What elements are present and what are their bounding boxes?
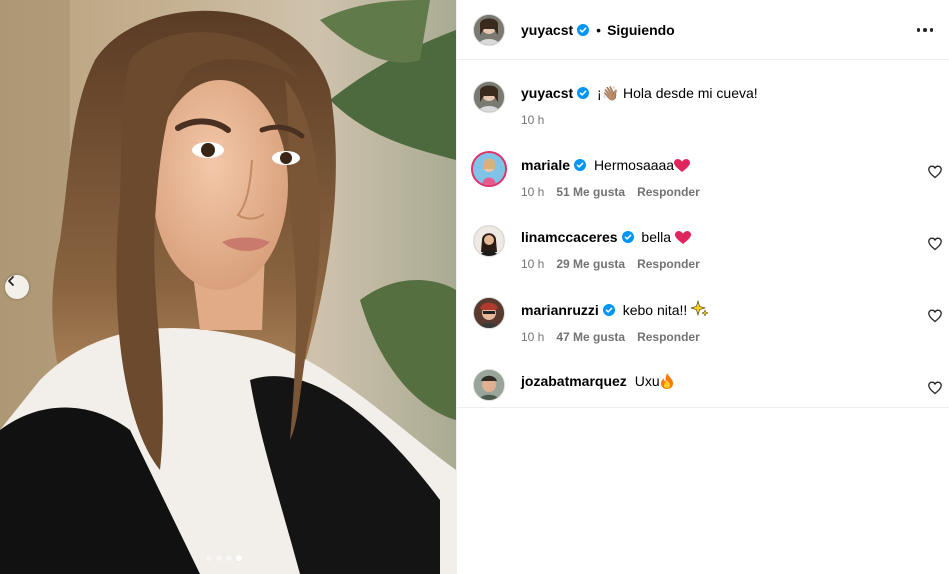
commenter-avatar[interactable] [473,297,505,329]
verified-badge-icon [574,159,587,171]
comment-text: Uxu [634,373,660,389]
avatar-image [474,226,504,256]
reply-button[interactable]: Responder [637,185,700,199]
fire-icon [660,373,673,389]
commenter-avatar[interactable] [471,151,507,187]
post-header: yuyacst • Siguiendo [457,0,949,60]
commenter-username[interactable]: linamccaceres [521,229,618,245]
following-button[interactable]: Siguiendo [607,22,675,38]
red-heart-icon [674,159,691,172]
carousel-prev-button[interactable] [5,275,29,299]
comment-likes[interactable]: 29 Me gusta [556,257,625,271]
post-image [0,0,456,574]
verified-badge-icon [577,87,590,99]
caption-text: ¡👋🏽 Hola desde mi cueva! [597,85,758,101]
caption-time[interactable]: 10 h [521,113,544,127]
avatar-image [474,82,504,112]
comment-item: linamccaceres bella 10 h 29 Me gusta Res… [457,225,949,271]
verified-badge-icon [577,23,590,36]
verified-badge-icon [621,231,634,243]
avatar-image [474,298,504,328]
caption: yuyacst ¡👋🏽 Hola desde mi cueva! 10 h [457,81,758,127]
sparkles-icon [691,300,709,317]
verified-badge-icon [602,304,615,316]
carousel-dot [226,555,232,561]
commenter-username[interactable]: jozabatmarquez [521,373,627,389]
heart-outline-icon[interactable] [928,237,942,251]
comment-time[interactable]: 10 h [521,185,544,199]
commenter-avatar[interactable] [473,225,505,257]
comment-item: marianruzzi kebo nita!! 10 h 47 Me gusta… [457,297,949,344]
carousel-indicator [206,555,242,561]
red-heart-icon [674,231,691,244]
comment-text: bella [641,229,672,245]
avatar-image [473,153,505,185]
reply-button[interactable]: Responder [637,330,700,344]
comment-likes[interactable]: 51 Me gusta [556,185,625,199]
author-username[interactable]: yuyacst [521,22,573,38]
comment-time[interactable]: 10 h [521,330,544,344]
commenter-avatar[interactable] [473,369,505,401]
heart-outline-icon[interactable] [928,165,942,179]
comments-bottom-divider [457,407,949,408]
carousel-dot [216,555,222,561]
reply-button[interactable]: Responder [637,257,700,271]
post-photo[interactable] [0,0,456,574]
comment-item: mariale Hermosaaaa 10 h 51 Me gusta Resp… [457,151,949,199]
comment-text: kebo nita!! [622,302,688,318]
carousel-dot-active [236,555,242,561]
carousel-dot [206,555,212,561]
comment-likes[interactable]: 47 Me gusta [556,330,625,344]
comment-item: jozabatmarquez Uxu [457,369,949,401]
avatar-image [474,370,504,400]
more-options-button[interactable] [913,20,937,40]
header-separator: • [596,21,602,38]
more-horizontal-icon [916,28,921,32]
comment-text: Hermosaaaa [593,157,675,173]
post-sidebar: yuyacst • Siguiendo yuyacst ¡👋🏽 Hola des… [456,0,949,574]
heart-outline-icon[interactable] [928,381,942,395]
avatar-image [474,14,504,45]
commenter-username[interactable]: mariale [521,157,570,173]
heart-outline-icon[interactable] [928,309,942,323]
comment-time[interactable]: 10 h [521,257,544,271]
caption-username[interactable]: yuyacst [521,85,573,101]
commenter-username[interactable]: marianruzzi [521,302,599,318]
author-avatar[interactable] [473,13,505,46]
chevron-left-icon [8,276,14,286]
author-avatar[interactable] [473,81,505,113]
